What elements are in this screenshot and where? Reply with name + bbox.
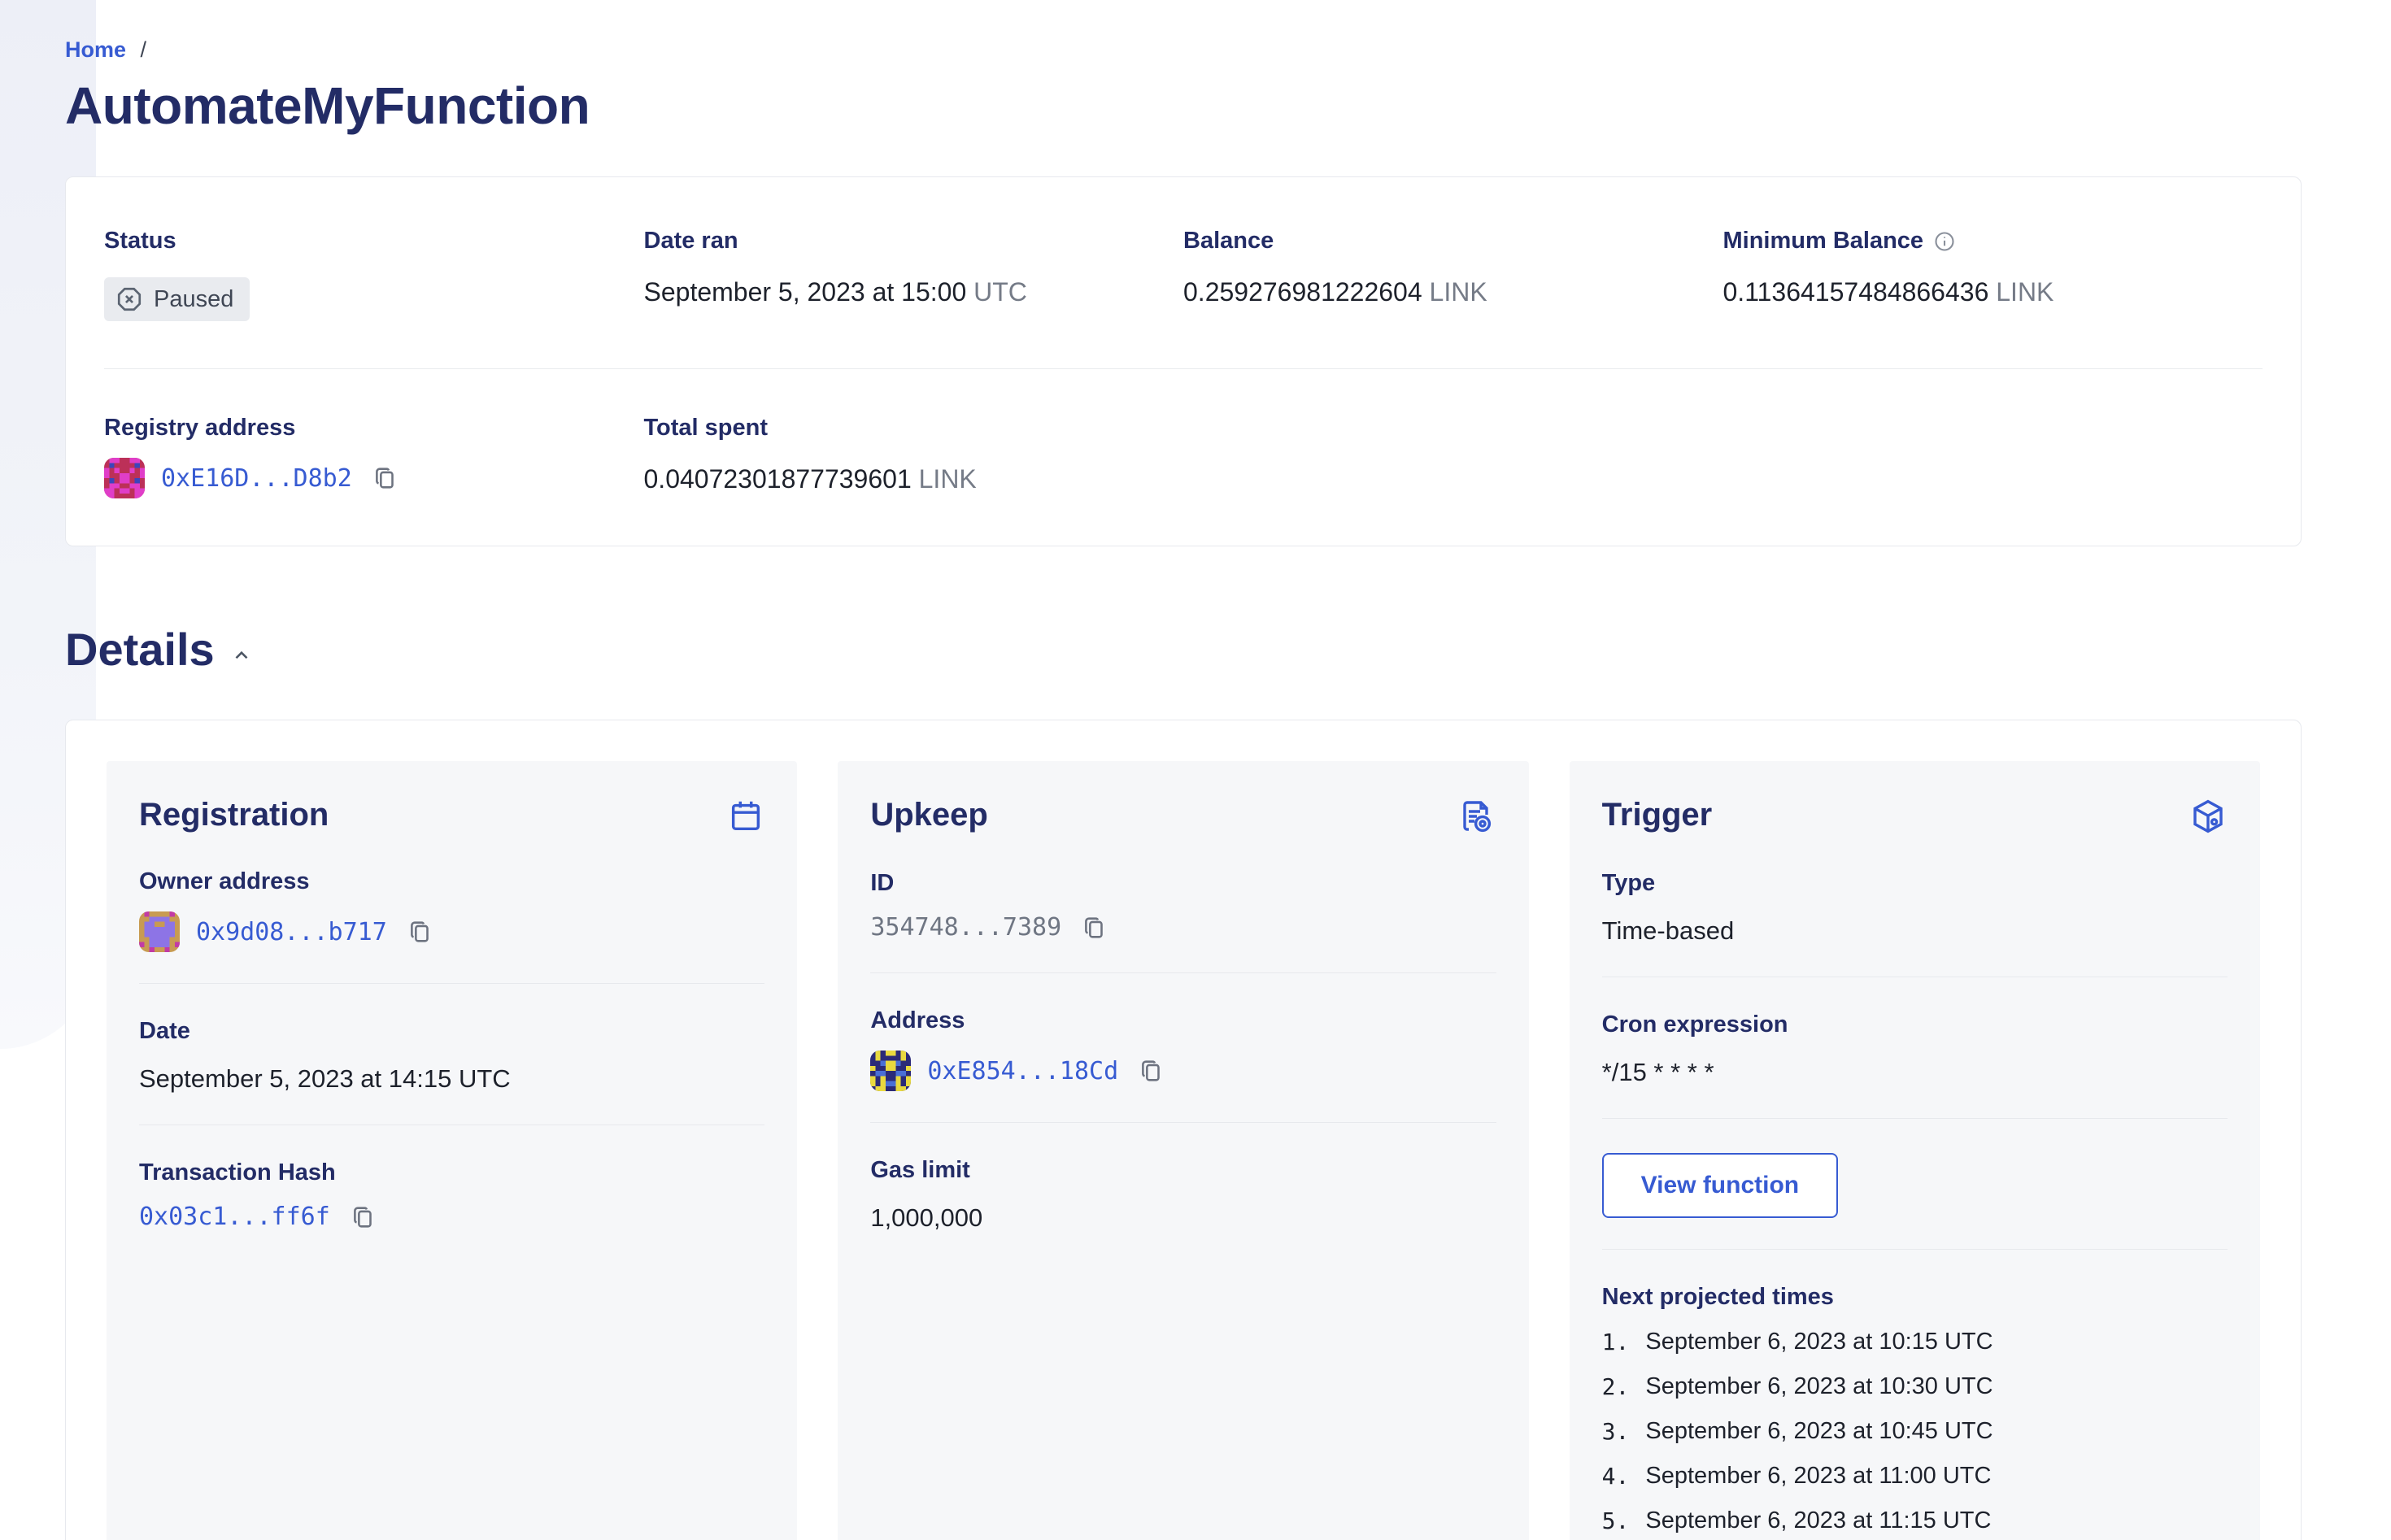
summary-card: Status Paused Date ran September 5, 2023… [65,176,2302,546]
page-title: AutomateMyFunction [65,76,590,135]
registry-identicon [104,458,145,498]
balance-label: Balance [1183,228,1274,254]
owner-identicon [139,911,180,952]
field-divider [139,983,765,984]
gas-limit-value: 1,000,000 [870,1203,983,1232]
copy-icon[interactable] [372,464,399,492]
trigger-type-label: Type [1601,870,1656,896]
trigger-type-field: Type Time-based [1602,870,2228,946]
projected-time-item: 1. September 6, 2023 at 10:15 UTC [1601,1329,1993,1355]
next-projected-times-label: Next projected times [1601,1284,1834,1310]
upkeep-address-field: Address 0xE854...18Cd [870,1007,1496,1091]
balance-field: Balance 0.259276981222604 LINK [1183,228,1723,321]
copy-icon[interactable] [350,1203,377,1231]
registration-date-value: September 5, 2023 at 14:15 UTC [139,1064,511,1093]
owner-address-link[interactable]: 0x9d08...b717 [196,918,387,946]
breadcrumb-separator: / [140,37,147,62]
cron-expression-label: Cron expression [1601,1011,1788,1038]
projected-time-item: 4. September 6, 2023 at 11:00 UTC [1601,1463,1992,1490]
owner-address-label: Owner address [139,868,310,894]
min-balance-value: 0.11364157484866436 LINK [1722,277,2054,307]
summary-divider [104,368,2263,369]
field-divider [1601,1118,2228,1119]
calendar-icon [727,797,764,834]
status-field: Status Paused [104,228,644,321]
registration-card: Registration Owner address 0x9d08...b717… [107,761,798,1540]
upkeep-address-identicon [870,1051,912,1091]
date-ran-value: September 5, 2023 at 15:00 UTC [643,277,1027,307]
field-divider [1601,1249,2228,1250]
projected-time-item: 2. September 6, 2023 at 10:30 UTC [1601,1373,1993,1400]
copy-icon[interactable] [407,918,434,946]
cron-expression-field: Cron expression */15 * * * * [1602,1011,2228,1087]
transaction-hash-field: Transaction Hash 0x03c1...ff6f [139,1159,764,1231]
balance-unit: LINK [1429,277,1487,307]
view-function-button[interactable]: View function [1601,1153,1839,1218]
min-balance-unit: LINK [1996,277,2054,307]
trigger-title: Trigger [1601,797,1713,833]
balance-value: 0.259276981222604 LINK [1183,277,1487,307]
upkeep-address-link[interactable]: 0xE854...18Cd [927,1057,1118,1085]
total-spent-label: Total spent [643,415,769,441]
summary-row-1: Status Paused Date ran September 5, 2023… [104,228,2263,321]
copy-icon[interactable] [1138,1057,1165,1085]
breadcrumb: Home / [65,37,2302,63]
upkeep-address-label: Address [870,1007,965,1033]
registration-date-field: Date September 5, 2023 at 14:15 UTC [139,1018,764,1094]
field-divider [870,1122,1496,1123]
chevron-up-icon[interactable] [231,645,252,666]
total-spent-value: 0.04072301877739601 LINK [643,464,977,494]
registry-address-link[interactable]: 0xE16D...D8b2 [161,464,352,493]
status-badge-text: Paused [154,285,234,312]
upkeep-id-label: ID [870,870,895,896]
upkeep-card: Upkeep ID 354748...7389 Address 0xE854..… [838,761,1529,1540]
cube-icon [2188,797,2228,836]
min-balance-label: Minimum Balance [1722,228,1924,254]
next-projected-times-list: 1. September 6, 2023 at 10:15 UTC 2. Septem… [1602,1329,2228,1534]
date-ran-utc: UTC [973,277,1027,307]
gas-limit-label: Gas limit [870,1157,970,1183]
registration-date-label: Date [139,1018,190,1044]
upkeep-id-value: 354748...7389 [870,913,1062,942]
transaction-hash-link[interactable]: 0x03c1...ff6f [139,1203,330,1231]
projected-time-item: 3. September 6, 2023 at 10:45 UTC [1601,1418,1993,1445]
details-card: Registration Owner address 0x9d08...b717… [65,720,2302,1540]
transaction-hash-label: Transaction Hash [139,1159,336,1185]
registry-address-label: Registry address [104,415,296,441]
upkeep-details-page: Home / AutomateMyFunction Status Paused [0,0,2391,1540]
date-ran-field: Date ran September 5, 2023 at 15:00 UTC [644,228,1184,321]
upkeep-title: Upkeep [870,797,988,833]
cron-expression-value: */15 * * * * [1601,1058,1714,1086]
status-badge: Paused [104,277,250,321]
projected-time-item: 5. September 6, 2023 at 11:15 UTC [1601,1507,1992,1534]
upkeep-id-field: ID 354748...7389 [870,870,1496,942]
details-section-header: Details [65,623,2302,676]
field-divider [870,972,1496,973]
details-heading: Details [65,624,215,675]
info-icon[interactable] [1933,230,1956,253]
total-spent-field: Total spent 0.04072301877739601 LINK [644,415,1184,498]
status-label: Status [104,228,176,254]
owner-address-field: Owner address 0x9d08...b717 [139,868,764,952]
copy-icon[interactable] [1081,914,1108,942]
trigger-type-value: Time-based [1601,916,1735,945]
registry-address-field: Registry address 0xE16D...D8b2 [104,415,644,498]
document-gear-icon [1457,797,1496,836]
date-ran-label: Date ran [643,228,738,254]
octagon-x-icon [115,285,144,314]
gas-limit-field: Gas limit 1,000,000 [870,1157,1496,1233]
registration-title: Registration [139,797,329,833]
next-projected-times-field: Next projected times 1. September 6, 2023… [1602,1284,2228,1534]
breadcrumb-home-link[interactable]: Home [65,37,126,62]
total-spent-unit: LINK [918,464,977,494]
summary-row-2: Registry address 0xE16D...D8b2 Total spe… [104,415,2263,498]
min-balance-field: Minimum Balance 0.11364157484866436 LINK [1723,228,2263,321]
trigger-card: Trigger Type Time-based Cron expression … [1569,761,2260,1540]
